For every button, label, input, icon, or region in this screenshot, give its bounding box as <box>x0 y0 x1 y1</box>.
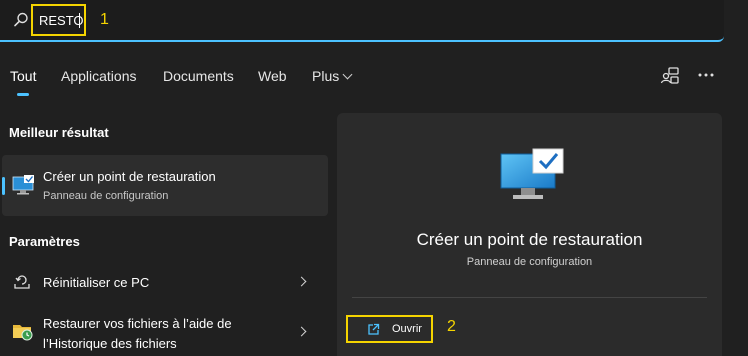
file-history-icon <box>13 325 33 341</box>
text-caret <box>79 13 80 28</box>
search-icon <box>14 12 28 27</box>
detail-subtitle: Panneau de configuration <box>466 256 593 268</box>
tab-more[interactable]: Plus <box>312 68 353 84</box>
tab-all[interactable]: Tout <box>10 68 36 84</box>
annotation-number-2: 2 <box>447 318 456 335</box>
best-match-subtitle: Panneau de configuration <box>43 190 169 202</box>
settings-item-label-line2: l’Historique des fichiers <box>43 336 177 351</box>
detail-panel: Créer un point de restauration Panneau d… <box>337 113 722 356</box>
annotation-number-1: 1 <box>100 11 109 28</box>
open-external-icon <box>368 323 380 335</box>
more-options-icon[interactable] <box>698 72 714 78</box>
monitor-check-icon <box>12 175 34 195</box>
account-switch-icon[interactable] <box>660 67 680 85</box>
search-bar[interactable]: 1 <box>0 0 724 42</box>
tab-applications[interactable]: Applications <box>61 68 137 84</box>
selection-indicator <box>2 177 5 195</box>
tab-documents[interactable]: Documents <box>163 68 234 84</box>
divider <box>352 297 707 298</box>
active-tab-indicator <box>17 93 29 96</box>
open-button[interactable]: Ouvrir <box>346 315 433 343</box>
open-button-label: Ouvrir <box>392 323 422 335</box>
settings-heading: Paramètres <box>9 234 80 249</box>
settings-item-label: Réinitialiser ce PC <box>43 275 150 290</box>
best-match-heading: Meilleur résultat <box>9 125 109 140</box>
tab-more-label: Plus <box>312 68 340 84</box>
tab-web[interactable]: Web <box>258 68 287 84</box>
search-input-highlight <box>31 4 86 36</box>
settings-item-label-line1: Restaurer vos fichiers à l’aide de <box>43 316 232 331</box>
best-match-card[interactable] <box>2 155 328 216</box>
chevron-down-icon <box>342 69 353 80</box>
reset-pc-icon <box>14 275 30 289</box>
monitor-check-icon <box>500 148 564 199</box>
best-match-title: Créer un point de restauration <box>43 169 216 184</box>
detail-title: Créer un point de restauration <box>416 230 643 249</box>
